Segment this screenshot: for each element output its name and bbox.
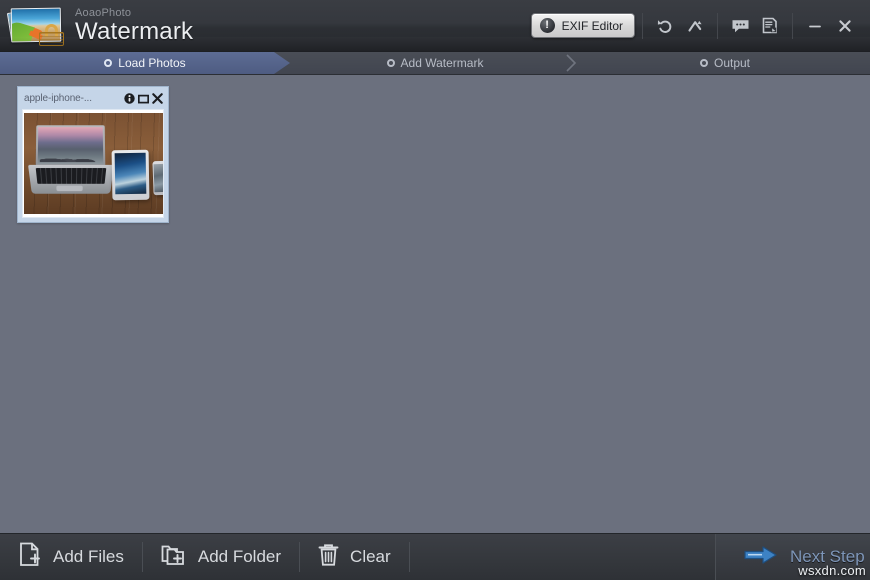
brand: AoaoPhoto Watermark (0, 6, 193, 46)
step-dot-icon (104, 59, 112, 67)
step-label: Output (713, 56, 751, 70)
folder-plus-icon (161, 543, 187, 571)
trash-icon (318, 543, 339, 572)
minimize-button[interactable] (800, 11, 830, 41)
exclamation-circle-icon: ! (539, 18, 555, 33)
file-plus-icon (18, 542, 42, 572)
divider (717, 12, 718, 39)
register-document-icon[interactable] (755, 13, 785, 39)
chevron-right-icon (562, 52, 580, 74)
divider (408, 542, 410, 572)
step-output[interactable]: Output (580, 52, 870, 74)
add-files-button[interactable]: Add Files (0, 534, 142, 580)
exif-editor-button[interactable]: ! EXIF Editor (530, 13, 635, 38)
redo-arrow-icon[interactable] (680, 13, 710, 39)
remove-icon[interactable] (152, 93, 163, 104)
title-bar: AoaoPhoto Watermark ! EXIF Editor (0, 0, 870, 52)
maximize-preview-icon[interactable] (138, 94, 149, 104)
add-folder-button[interactable]: Add Folder (143, 534, 299, 580)
brand-subtitle: AoaoPhoto (75, 6, 132, 19)
thumbnail-header: apple-iphone-... (22, 91, 164, 106)
step-load-photos[interactable]: Load Photos (0, 52, 290, 74)
next-step-button[interactable]: Next Step wsxdn.com (715, 534, 870, 580)
photo-lock-icon (6, 6, 67, 46)
step-navigation: Load Photos Add Watermark Output (0, 52, 870, 75)
step-dot-icon (699, 59, 708, 67)
close-button[interactable] (830, 11, 860, 41)
add-files-label: Add Files (53, 547, 124, 566)
undo-icon[interactable] (650, 13, 680, 39)
info-icon[interactable] (124, 93, 135, 104)
thumbnail-image (23, 113, 163, 214)
step-label: Add Watermark (400, 56, 484, 70)
step-label: Load Photos (118, 56, 186, 70)
step-dot-icon (386, 59, 395, 67)
next-step-label: Next Step (790, 547, 865, 566)
divider (642, 12, 643, 39)
brand-title: Watermark (75, 17, 194, 45)
divider (792, 12, 793, 39)
exif-editor-label: EXIF Editor (561, 18, 623, 33)
arrow-right-icon (744, 544, 778, 571)
bottom-toolbar: Add Files Add Folder Clear Next Step wsx… (0, 533, 870, 580)
application-window: AoaoPhoto Watermark ! EXIF Editor Load P… (0, 0, 870, 580)
list-item[interactable]: apple-iphone-... (17, 86, 169, 223)
photo-list-area[interactable]: apple-iphone-... (0, 75, 870, 533)
titlebar-controls: ! EXIF Editor (530, 0, 870, 51)
thumbnail-filename: apple-iphone-... (24, 93, 92, 104)
comment-bubble-icon[interactable] (725, 13, 755, 39)
clear-button[interactable]: Clear (300, 534, 409, 580)
thumbnail-preview[interactable] (22, 109, 164, 218)
add-folder-label: Add Folder (197, 547, 282, 566)
step-add-watermark[interactable]: Add Watermark (290, 52, 580, 74)
clear-label: Clear (350, 547, 391, 566)
